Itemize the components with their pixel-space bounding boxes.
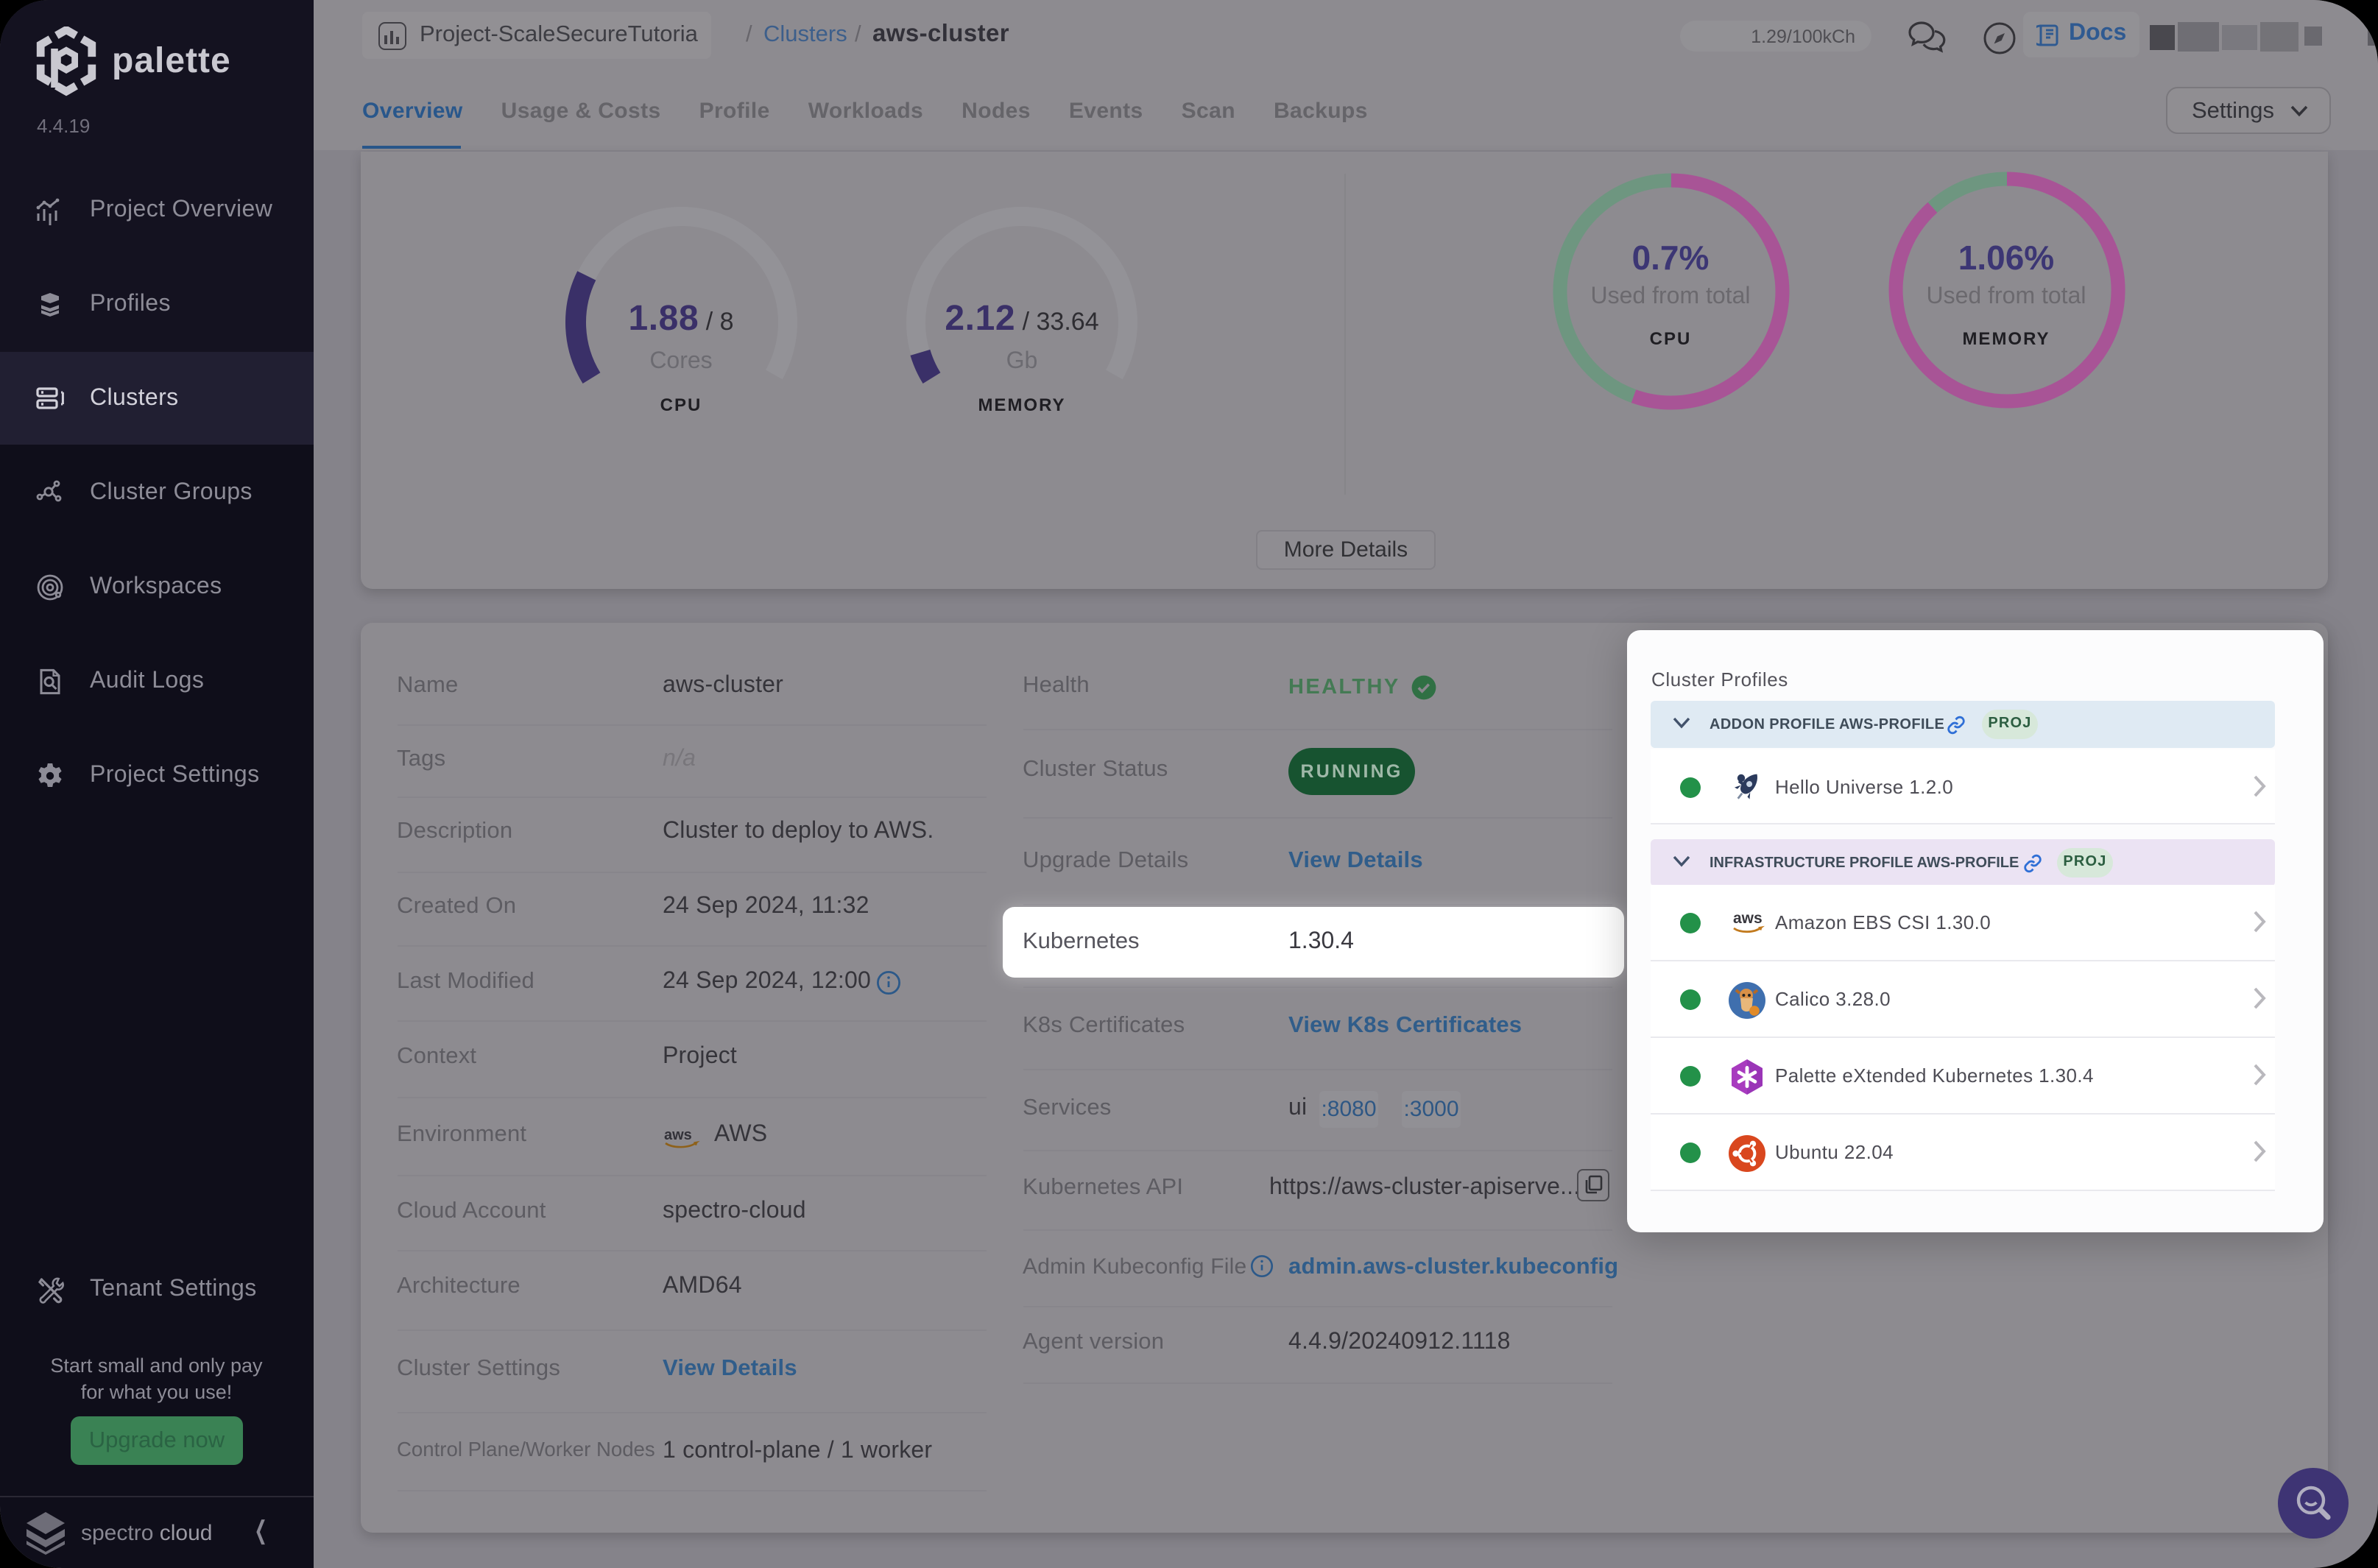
svg-text:aws: aws: [1733, 909, 1763, 926]
svg-text:aws: aws: [664, 1126, 692, 1143]
